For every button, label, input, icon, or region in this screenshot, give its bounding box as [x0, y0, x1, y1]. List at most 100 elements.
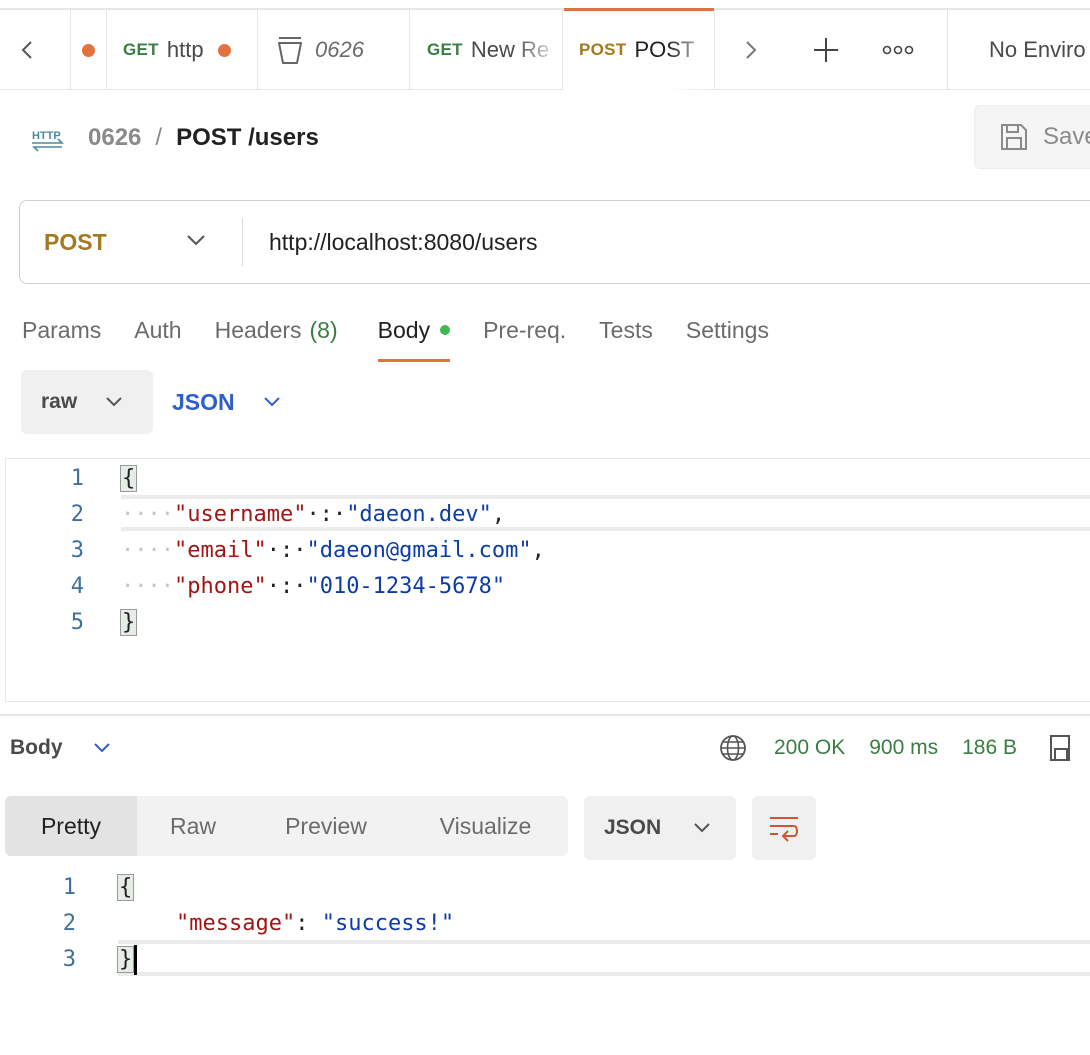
environment-label: No Enviro: [989, 37, 1086, 62]
json-colon: ·:·: [266, 538, 307, 563]
json-colon: ·:·: [266, 574, 307, 599]
body-format-value: JSON: [172, 388, 235, 415]
active-tab-underline: [377, 359, 451, 362]
method-dropdown[interactable]: POST: [20, 201, 242, 283]
tab-label: Pre-req.: [483, 316, 567, 343]
request-header: HTTP 0626 / POST /users Save: [0, 105, 1090, 171]
tab-0626[interactable]: 0626: [257, 10, 409, 90]
url-input[interactable]: http://localhost:8080/users: [269, 229, 538, 256]
view-visualize[interactable]: Visualize: [403, 796, 568, 856]
json-value: "daeon@gmail.com": [306, 538, 532, 563]
chevron-down-icon: [106, 397, 122, 407]
wrap-lines-icon: [770, 817, 798, 842]
chevron-down-icon[interactable]: [93, 742, 111, 754]
tab-label: POST: [634, 37, 695, 62]
tab-auth[interactable]: Auth: [134, 308, 181, 352]
tab-prereq[interactable]: Pre-req.: [483, 308, 566, 352]
http-icon: HTTP: [32, 130, 64, 152]
code-line: 1 {: [6, 461, 1090, 497]
breadcrumb-parent[interactable]: 0626: [88, 124, 141, 152]
new-tab-button[interactable]: [812, 10, 842, 90]
tab-get-new-request[interactable]: GET New Re: [409, 10, 561, 90]
response-format-value: JSON: [604, 816, 662, 839]
wrap-lines-button[interactable]: [752, 796, 816, 860]
unsaved-dot: [217, 43, 231, 57]
tab-bar: GET http 0626 GET New Re POST POST No En…: [0, 8, 1090, 90]
close-brace: }: [119, 609, 138, 636]
tab-method: GET: [427, 40, 463, 59]
collection-icon: [278, 37, 302, 64]
response-header: Body 200 OK 900 ms 186 B: [10, 728, 1090, 768]
headers-count: (8): [309, 316, 338, 343]
view-preview[interactable]: Preview: [249, 796, 403, 856]
json-key: "phone": [173, 574, 267, 599]
tab-tests[interactable]: Tests: [599, 308, 653, 352]
response-body-viewer[interactable]: 1 { 2 "message": "success!" 3 }: [0, 868, 1090, 988]
active-tab-indicator: [564, 8, 714, 11]
whitespace: ····: [121, 574, 174, 599]
response-format-dropdown[interactable]: JSON: [584, 796, 736, 860]
chevron-down-icon: [187, 235, 205, 246]
save-icon: [1001, 124, 1027, 150]
code-line: 2 ····"username"·:·"daeon.dev",: [6, 497, 1090, 533]
code-line: 5 }: [6, 605, 1090, 641]
code-line: 3 }: [0, 942, 1090, 978]
body-format-dropdown[interactable]: JSON: [172, 370, 281, 434]
json-key: "email": [173, 538, 267, 563]
line-number: 3: [62, 947, 76, 972]
close-brace: }: [116, 946, 135, 973]
has-content-dot: [440, 325, 451, 335]
line-number: 2: [70, 502, 84, 527]
code-line: 4 ····"phone"·:·"010-1234-5678": [6, 569, 1090, 605]
response-view-switcher: Pretty Raw Preview Visualize: [5, 796, 568, 856]
tab-body[interactable]: Body: [377, 308, 451, 362]
body-mode-dropdown[interactable]: raw: [21, 370, 153, 434]
tab-label: Settings: [685, 316, 769, 343]
tab-params[interactable]: Params: [22, 308, 101, 352]
tab-options-button[interactable]: [882, 10, 916, 90]
chevron-left-icon: [21, 41, 32, 59]
globe-icon[interactable]: [718, 733, 748, 763]
line-number: 1: [70, 466, 84, 491]
line-number: 1: [62, 875, 76, 900]
json-key: "username": [173, 502, 307, 527]
tab-label: 0626: [315, 37, 364, 62]
request-title[interactable]: POST /users: [176, 124, 319, 152]
response-section-label[interactable]: Body: [10, 736, 63, 760]
tab-label: Params: [22, 316, 102, 343]
environment-selector[interactable]: No Enviro: [948, 10, 1090, 90]
tab-label: Auth: [134, 316, 182, 343]
response-size[interactable]: 186 B: [962, 736, 1017, 760]
response-time[interactable]: 900 ms: [869, 736, 938, 760]
line-number: 4: [70, 574, 84, 599]
json-value: "daeon.dev": [346, 502, 492, 527]
scroll-tabs-right-button[interactable]: [744, 10, 768, 90]
request-body-editor[interactable]: 1 { 2 ····"username"·:·"daeon.dev", 3 ··…: [5, 458, 1090, 702]
pane-divider[interactable]: [0, 714, 1090, 716]
json-key: "message": [176, 911, 296, 936]
view-pretty[interactable]: Pretty: [5, 796, 137, 856]
response-meta: 200 OK 900 ms 186 B: [718, 728, 1073, 768]
json-colon: :: [295, 911, 322, 936]
scroll-tabs-left-button[interactable]: [20, 10, 44, 90]
json-comma: ,: [491, 502, 506, 527]
tab-settings[interactable]: Settings: [686, 308, 769, 352]
more-icon: [882, 45, 914, 55]
tab-label: Tests: [599, 316, 653, 343]
code-line: 3 ····"email"·:·"daeon@gmail.com",: [6, 533, 1090, 569]
json-value: "success!": [321, 911, 455, 936]
line-number: 5: [70, 610, 84, 635]
tab-post-active[interactable]: POST POST: [563, 10, 713, 90]
view-raw[interactable]: Raw: [137, 796, 249, 856]
code-line: 1 {: [0, 870, 1090, 906]
tab-label: Body: [377, 316, 431, 343]
plus-icon: [814, 38, 838, 62]
tab-get-http[interactable]: GET http: [106, 10, 256, 90]
json-colon: ·:·: [306, 502, 347, 527]
status-code[interactable]: 200 OK: [774, 736, 845, 760]
chevron-right-icon: [746, 41, 757, 59]
tab-headers[interactable]: Headers (8): [215, 308, 338, 352]
save-button[interactable]: Save: [974, 105, 1090, 169]
save-response-icon[interactable]: [1049, 733, 1073, 763]
tab-0[interactable]: [70, 10, 106, 90]
